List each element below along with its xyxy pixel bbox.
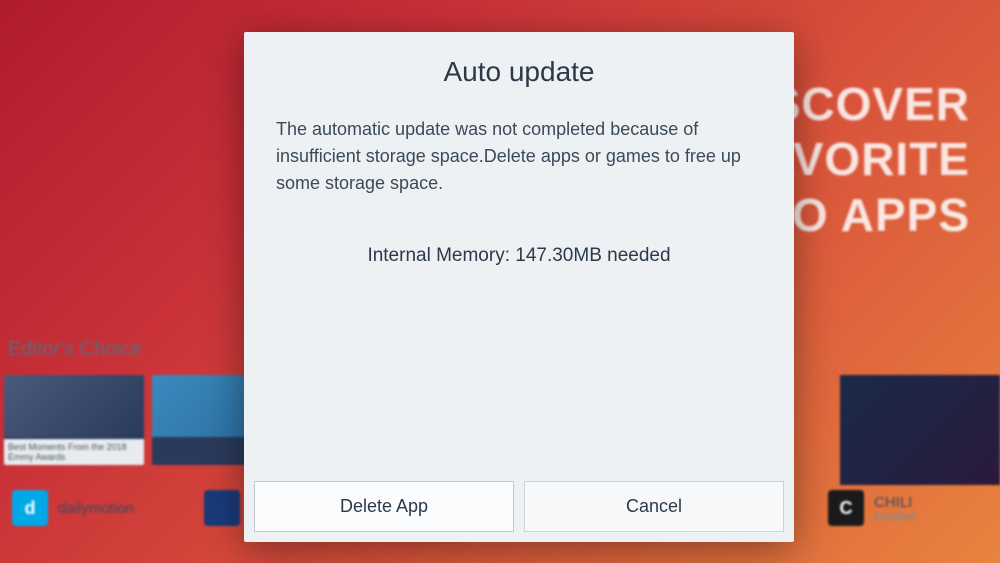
app-info: CHILI Installed [874,494,915,523]
modal-body: The automatic update was not completed b… [244,108,794,471]
dailymotion-icon: d [12,490,48,526]
app-list-item-chili[interactable]: C CHILI Installed [828,490,988,526]
memory-label: Internal Memory: [367,245,510,266]
modal-message: The automatic update was not completed b… [276,116,762,197]
app-info: dailymotion [58,500,134,517]
section-title: Editor's Choice [0,338,142,361]
app-icon [204,490,240,526]
modal-button-row: Delete App Cancel [244,471,794,542]
app-status: Installed [874,511,915,523]
cancel-button[interactable]: Cancel [524,481,784,532]
app-name: CHILI [874,494,915,511]
app-tile[interactable]: Best Moments From the 2018 Emmy Awards [4,375,144,465]
tile-thumbnail [4,375,144,437]
app-list-item-dailymotion[interactable]: d dailymotion [12,490,172,526]
tile-caption: Best Moments From the 2018 Emmy Awards [4,439,144,465]
app-name: dailymotion [58,500,134,517]
delete-app-button[interactable]: Delete App [254,481,514,532]
memory-info: Internal Memory: 147.30MB needed [276,245,762,267]
memory-value: 147.30MB needed [515,245,670,266]
app-tile[interactable] [840,375,1000,485]
modal-title: Auto update [244,32,794,108]
auto-update-modal: Auto update The automatic update was not… [244,32,794,542]
chili-icon: C [828,490,864,526]
